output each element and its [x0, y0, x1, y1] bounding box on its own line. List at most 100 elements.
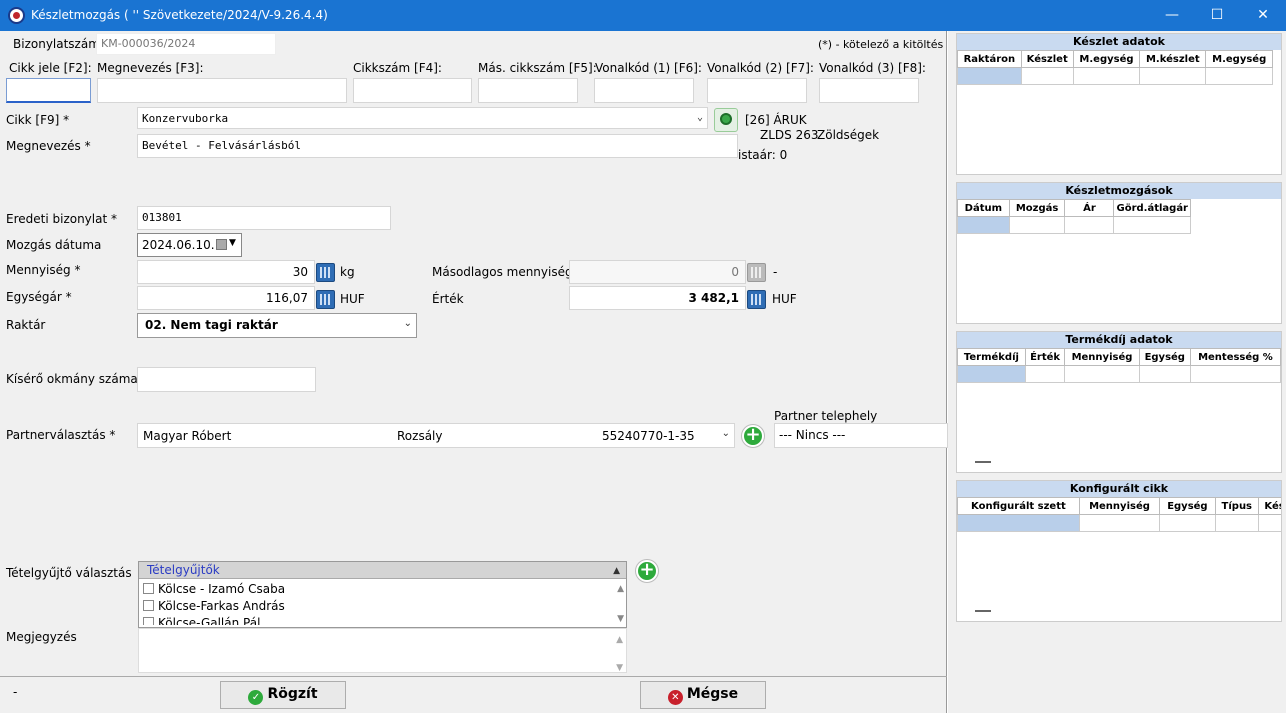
column-header: M.készlet [1139, 50, 1207, 68]
item-label: Cikk [F9] * [6, 113, 70, 127]
qty-input[interactable]: 30 [137, 260, 315, 284]
search-barcode-3-input[interactable] [819, 78, 919, 103]
item-combo[interactable]: Konzervuborka ⌄ [137, 107, 708, 129]
column-header: M.egység [1072, 50, 1141, 68]
note-scrollbar[interactable]: ▲ ▼ [616, 633, 623, 675]
minimize-button[interactable]: — [1149, 0, 1195, 31]
table-row[interactable] [957, 216, 1191, 234]
collector-item[interactable]: Kölcse-Farkas András [143, 598, 622, 615]
checkbox-icon[interactable] [143, 600, 154, 611]
horizontal-scrollbar[interactable] [975, 610, 991, 612]
partner-combo[interactable]: Magyar Róbert Rozsály 55240770-1-35 ⌄ [137, 423, 735, 448]
close-button[interactable]: ✕ [1240, 0, 1286, 31]
footer-divider [0, 676, 947, 677]
check-icon: ✓ [248, 690, 264, 705]
column-header: Egység [1138, 348, 1191, 366]
save-label: Rögzít [267, 686, 318, 702]
collector-item[interactable]: Kölcse - Izamó Csaba [143, 581, 622, 598]
unit-price-label: Egységár * [6, 290, 72, 304]
orig-doc-label: Eredeti bizonylat * [6, 212, 117, 226]
column-header: Érték [1024, 348, 1066, 366]
value-label: Érték [432, 292, 464, 306]
movements-panel: Készletmozgások Dátum Mozgás Ár Görd.átl… [956, 182, 1282, 324]
column-header: Kész [1257, 497, 1281, 515]
collector-list: Tételgyűjtők ▲ Kölcse - Izamó Csaba Kölc… [138, 561, 627, 628]
site-combo[interactable]: --- Nincs --- [774, 423, 948, 448]
unit-price-input[interactable]: 116,07 [137, 286, 315, 310]
config-table[interactable]: Konfigurált szett Mennyiség Egység Típus… [957, 497, 1281, 532]
add-partner-button[interactable]: + [742, 425, 764, 447]
calculator-icon[interactable] [747, 290, 766, 309]
main-form: Bizonylatszám KM-000036/2024 (*) - kötel… [0, 31, 948, 713]
column-header: Típus [1214, 497, 1259, 515]
name-input[interactable]: Bevétel - Felvásárlásból [137, 134, 738, 158]
search-label-barcode-3: Vonalkód (3) [F8]: [819, 61, 926, 75]
partner-label: Partnerválasztás * [6, 428, 116, 442]
table-row[interactable] [957, 365, 1282, 383]
column-header: M.egység [1205, 50, 1273, 68]
column-header: Dátum [957, 199, 1010, 217]
note-textarea[interactable]: ▲ ▼ [138, 628, 627, 673]
orig-doc-input[interactable]: 013801 [137, 206, 391, 230]
partner-tax-number: 55240770-1-35 [602, 429, 695, 443]
checkbox-icon[interactable] [143, 583, 154, 594]
search-label-barcode-1: Vonalkód (1) [F6]: [595, 61, 702, 75]
column-header: Görd.átlagár [1113, 199, 1191, 217]
table-row[interactable] [957, 514, 1281, 532]
cancel-label: Mégse [686, 686, 739, 702]
add-collector-button[interactable]: + [636, 560, 658, 582]
sec-qty-unit: - [773, 265, 778, 279]
accompany-input[interactable] [137, 367, 316, 392]
item-search-button[interactable] [714, 108, 738, 132]
search-barcode-1-input[interactable] [594, 78, 694, 103]
movements-table[interactable]: Dátum Mozgás Ár Görd.átlagár [957, 199, 1191, 234]
column-header: Készlet [1020, 50, 1074, 68]
side-panel: Készlet adatok Raktáron Készlet M.egység… [948, 31, 1286, 713]
search-name-input[interactable] [97, 78, 347, 103]
collapse-icon[interactable]: ▲ [613, 563, 620, 580]
chevron-down-icon[interactable]: ⌄ [722, 428, 730, 439]
calculator-icon[interactable] [316, 290, 335, 309]
value-currency: HUF [772, 292, 797, 306]
sec-qty-label: Másodlagos mennyiség [432, 265, 573, 279]
item-value: Konzervuborka [142, 112, 229, 125]
search-barcode-2-input[interactable] [707, 78, 807, 103]
chevron-down-icon[interactable]: ⌄ [697, 112, 703, 123]
search-label-name: Megnevezés [F3]: [97, 61, 204, 75]
collector-item[interactable]: Kölcse-Gallán Pál [143, 615, 622, 625]
dropdown-arrow-icon[interactable]: ▼ [229, 238, 236, 248]
date-picker[interactable]: 2024.06.10. ▼ [137, 233, 242, 257]
value-input[interactable]: 3 482,1 [569, 286, 746, 310]
status-text: - [13, 685, 18, 699]
item-category: Zöldségek [817, 128, 880, 142]
stock-table[interactable]: Raktáron Készlet M.egység M.készlet M.eg… [957, 50, 1273, 85]
collector-items: Kölcse - Izamó Csaba Kölcse-Farkas Andrá… [139, 579, 626, 627]
table-row[interactable] [957, 67, 1273, 85]
site-label: Partner telephely [774, 409, 878, 423]
column-header: Raktáron [957, 50, 1022, 68]
search-alt-itemno-input[interactable] [478, 78, 578, 103]
search-itemno-input[interactable] [353, 78, 472, 103]
calculator-icon[interactable] [316, 263, 335, 282]
search-code-input[interactable] [6, 78, 91, 103]
warehouse-value: 02. Nem tagi raktár [145, 318, 278, 332]
note-label: Megjegyzés [6, 630, 77, 644]
save-button[interactable]: ✓ Rögzít [220, 681, 346, 709]
collector-scrollbar[interactable]: ▲ ▼ [617, 582, 624, 627]
sec-qty-input[interactable]: 0 [569, 260, 746, 284]
maximize-button[interactable]: ☐ [1194, 0, 1240, 31]
qty-unit: kg [340, 265, 355, 279]
fee-panel-title: Termékdíj adatok [957, 332, 1281, 348]
search-label-alt-itemno: Más. cikkszám [F5]: [478, 61, 597, 75]
collector-header: Tételgyűjtők ▲ [139, 562, 626, 579]
horizontal-scrollbar[interactable] [975, 461, 991, 463]
date-label: Mozgás dátuma [6, 238, 102, 252]
calendar-icon[interactable] [216, 239, 227, 250]
fee-table[interactable]: Termékdíj Érték Mennyiség Egység Mentess… [957, 348, 1282, 383]
chevron-down-icon[interactable]: ⌄ [404, 318, 412, 329]
checkbox-icon[interactable] [143, 617, 154, 625]
cancel-button[interactable]: ✕ Mégse [640, 681, 766, 709]
x-circle-icon: ✕ [667, 690, 683, 705]
warehouse-combo[interactable]: 02. Nem tagi raktár ⌄ [137, 313, 417, 338]
required-note: (*) - kötelező a kitöltés [818, 38, 944, 51]
